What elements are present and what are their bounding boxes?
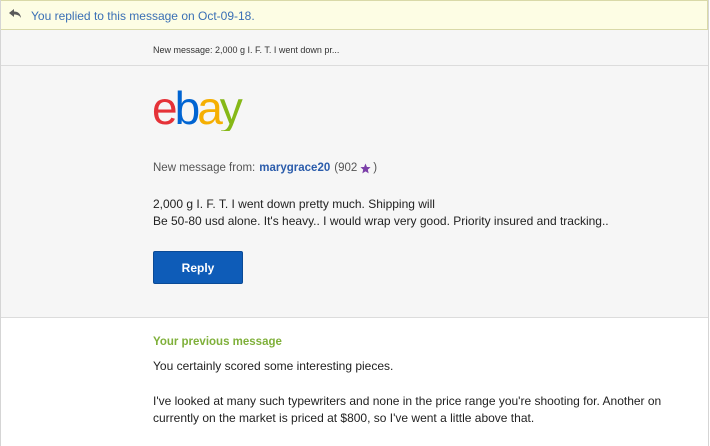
ebay-logo: ebay (152, 86, 246, 131)
svg-text:ebay: ebay (152, 86, 243, 131)
sender-username-link[interactable]: marygrace20 (259, 162, 330, 174)
previous-message-paragraph-1: You certainly scored some interesting pi… (153, 359, 394, 373)
message-preview-bar: New message: 2,000 g I. F. T. I went dow… (0, 30, 708, 66)
message-panel: ebay New message from: marygrace20 (902 … (0, 66, 708, 318)
from-label: New message from: (153, 162, 256, 174)
left-border (0, 0, 1, 446)
right-border (708, 0, 709, 446)
feedback-close: ) (373, 162, 378, 174)
reply-button[interactable]: Reply (153, 251, 243, 284)
reply-status-text: You replied to this message on Oct-09-18… (31, 9, 255, 23)
purple-star-icon (360, 163, 371, 173)
reply-arrow-icon (9, 9, 21, 18)
message-body: 2,000 g I. F. T. I went down pretty much… (153, 196, 609, 230)
message-body-line-1: 2,000 g I. F. T. I went down pretty much… (153, 197, 435, 211)
message-body-line-2: Be 50-80 usd alone. It's heavy.. I would… (153, 214, 609, 228)
reply-status-banner: You replied to this message on Oct-09-18… (0, 0, 708, 30)
previous-message-paragraph-2: I've looked at many such typewriters and… (153, 394, 662, 425)
feedback-score: (902 (334, 162, 358, 174)
message-from-line: New message from: marygrace20 (902 ) (153, 162, 377, 174)
preview-text: New message: 2,000 g I. F. T. I went dow… (153, 45, 340, 55)
previous-message-heading: Your previous message (153, 336, 282, 348)
